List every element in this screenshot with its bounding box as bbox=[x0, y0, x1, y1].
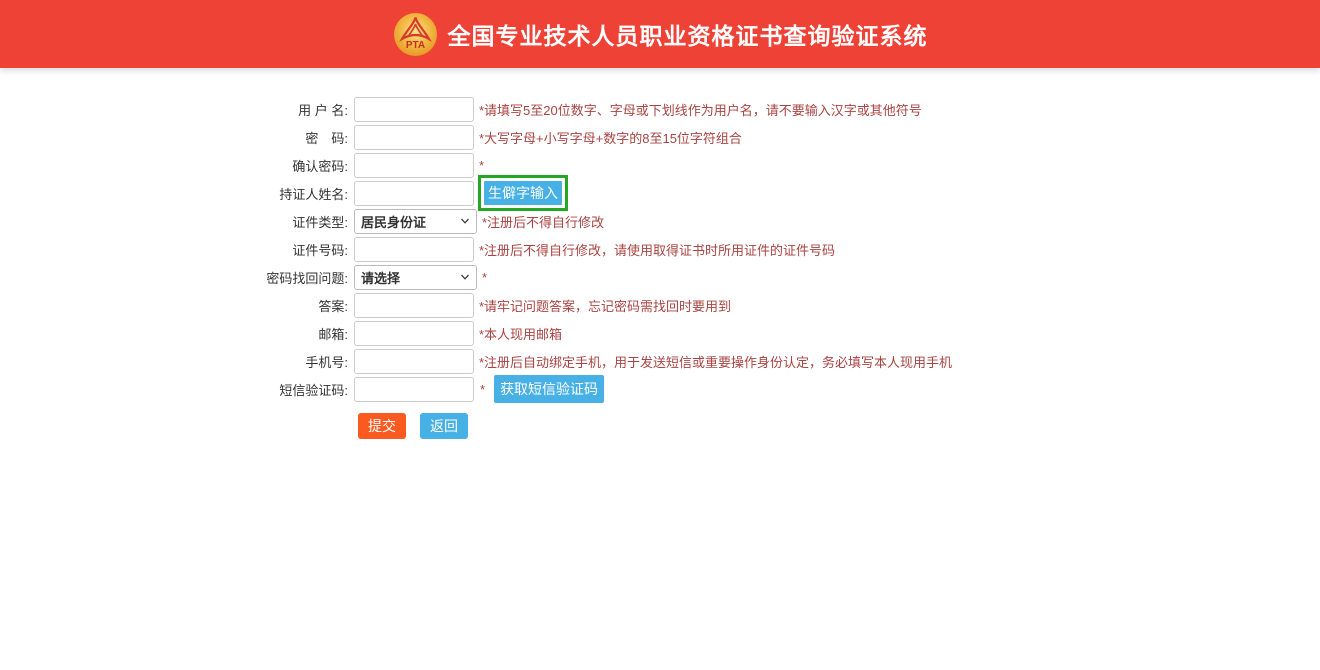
form-actions: 提交 返回 bbox=[358, 413, 1320, 439]
confirm-password-hint: * bbox=[479, 158, 484, 173]
chevron-down-icon bbox=[460, 216, 470, 226]
username-hint: *请填写5至20位数字、字母或下划线作为用户名，请不要输入汉字或其他符号 bbox=[479, 100, 922, 119]
cert-type-selected-value: 居民身份证 bbox=[361, 212, 460, 231]
pwd-question-label: 密码找回问题: bbox=[0, 268, 354, 287]
submit-button[interactable]: 提交 bbox=[358, 413, 406, 439]
sms-code-required-star: * bbox=[480, 382, 485, 397]
answer-label: 答案: bbox=[0, 296, 354, 315]
email-row: 邮箱: *本人现用邮箱 bbox=[0, 319, 1320, 347]
page-title: 全国专业技术人员职业资格证书查询验证系统 bbox=[448, 17, 928, 51]
holder-name-label: 持证人姓名: bbox=[0, 184, 354, 203]
answer-hint: *请牢记问题答案，忘记密码需找回时要用到 bbox=[479, 296, 731, 315]
username-input[interactable] bbox=[354, 97, 474, 122]
password-label: 密 码: bbox=[0, 128, 354, 147]
back-button[interactable]: 返回 bbox=[420, 413, 468, 439]
page-header: PTA 全国专业技术人员职业资格证书查询验证系统 bbox=[0, 0, 1320, 68]
rare-character-input-button[interactable]: 生僻字输入 bbox=[484, 181, 562, 205]
answer-input[interactable] bbox=[354, 293, 474, 318]
pwd-question-row: 密码找回问题: 请选择 * bbox=[0, 263, 1320, 291]
email-input[interactable] bbox=[354, 321, 474, 346]
cert-number-label: 证件号码: bbox=[0, 240, 354, 259]
holder-name-input[interactable] bbox=[354, 181, 474, 206]
cert-type-label: 证件类型: bbox=[0, 212, 354, 231]
pwd-question-selected-value: 请选择 bbox=[361, 268, 460, 287]
cert-number-hint: *注册后不得自行修改，请使用取得证书时所用证件的证件号码 bbox=[479, 240, 835, 259]
pta-logo-icon: PTA bbox=[393, 12, 438, 57]
username-label: 用 户 名: bbox=[0, 100, 354, 119]
cert-type-select[interactable]: 居民身份证 bbox=[354, 209, 477, 234]
password-row: 密 码: *大写字母+小写字母+数字的8至15位字符组合 bbox=[0, 123, 1320, 151]
confirm-password-row: 确认密码: * bbox=[0, 151, 1320, 179]
mobile-row: 手机号: *注册后自动绑定手机，用于发送短信或重要操作身份认定，务必填写本人现用… bbox=[0, 347, 1320, 375]
cert-number-row: 证件号码: *注册后不得自行修改，请使用取得证书时所用证件的证件号码 bbox=[0, 235, 1320, 263]
pwd-question-hint: * bbox=[482, 270, 487, 285]
email-label: 邮箱: bbox=[0, 324, 354, 343]
confirm-password-input[interactable] bbox=[354, 153, 474, 178]
mobile-hint: *注册后自动绑定手机，用于发送短信或重要操作身份认定，务必填写本人现用手机 bbox=[479, 352, 952, 371]
password-input[interactable] bbox=[354, 125, 474, 150]
email-hint: *本人现用邮箱 bbox=[479, 324, 562, 343]
svg-text:PTA: PTA bbox=[405, 40, 424, 51]
sms-code-label: 短信验证码: bbox=[0, 380, 354, 399]
answer-row: 答案: *请牢记问题答案，忘记密码需找回时要用到 bbox=[0, 291, 1320, 319]
password-hint: *大写字母+小写字母+数字的8至15位字符组合 bbox=[479, 128, 742, 147]
get-sms-code-button[interactable]: 获取短信验证码 bbox=[494, 375, 604, 403]
mobile-label: 手机号: bbox=[0, 352, 354, 371]
holder-name-row: 持证人姓名: 生僻字输入 bbox=[0, 179, 1320, 207]
mobile-input[interactable] bbox=[354, 349, 474, 374]
cert-number-input[interactable] bbox=[354, 237, 474, 262]
registration-form: 用 户 名: *请填写5至20位数字、字母或下划线作为用户名，请不要输入汉字或其… bbox=[0, 95, 1320, 439]
username-row: 用 户 名: *请填写5至20位数字、字母或下划线作为用户名，请不要输入汉字或其… bbox=[0, 95, 1320, 123]
sms-code-row: 短信验证码: * 获取短信验证码 bbox=[0, 375, 1320, 403]
sms-code-input[interactable] bbox=[354, 377, 474, 402]
cert-type-row: 证件类型: 居民身份证 *注册后不得自行修改 bbox=[0, 207, 1320, 235]
cert-type-hint: *注册后不得自行修改 bbox=[482, 212, 604, 231]
highlight-box: 生僻字输入 bbox=[478, 175, 568, 211]
chevron-down-icon bbox=[460, 272, 470, 282]
confirm-password-label: 确认密码: bbox=[0, 156, 354, 175]
pwd-question-select[interactable]: 请选择 bbox=[354, 265, 477, 290]
